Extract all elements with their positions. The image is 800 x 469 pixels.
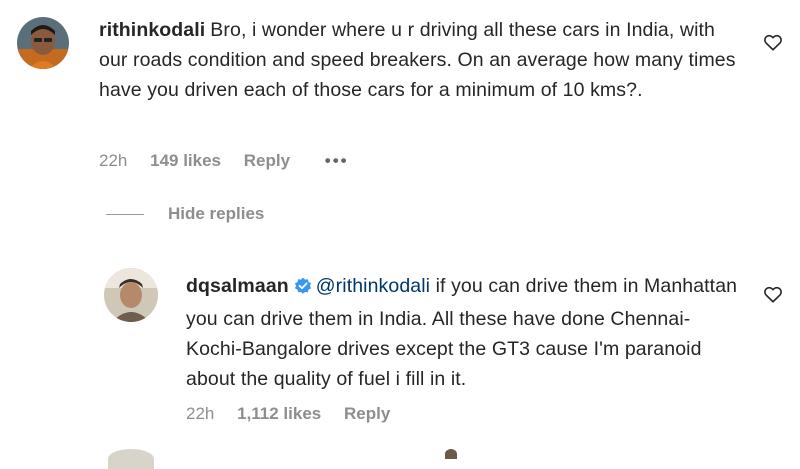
avatar-rithinkodali[interactable] — [17, 17, 69, 69]
next-avatar-partial-2 — [445, 449, 457, 459]
hide-replies-button[interactable]: Hide replies — [106, 204, 264, 224]
verified-badge-icon — [294, 274, 312, 304]
avatar-dqsalmaan[interactable] — [104, 268, 158, 322]
comment-item: rithinkodali Bro, i wonder where u r driv… — [0, 0, 800, 190]
more-options-icon[interactable]: ••• — [325, 151, 349, 170]
comment-reply-button[interactable]: Reply — [244, 151, 290, 170]
heart-outline-icon[interactable] — [763, 285, 785, 305]
heart-outline-icon[interactable] — [763, 33, 785, 53]
reply-meta: 22h 1,112 likes Reply — [186, 404, 408, 424]
comment-username[interactable]: rithinkodali — [99, 19, 205, 41]
reply-reply-button[interactable]: Reply — [344, 404, 390, 423]
reply-likes[interactable]: 1,112 likes — [237, 404, 321, 423]
next-avatar-partial — [108, 449, 154, 469]
reply-item: dqsalmaan @rithinkodali if you can drive … — [0, 255, 800, 435]
divider-line — [106, 213, 144, 215]
reply-text: dqsalmaan @rithinkodali if you can drive … — [186, 271, 746, 394]
comment-likes[interactable]: 149 likes — [150, 151, 221, 170]
reply-mention-link[interactable]: @rithinkodali — [316, 275, 430, 297]
comment-meta: 22h 149 likes Reply ••• — [99, 151, 367, 171]
comment-timestamp[interactable]: 22h — [99, 151, 127, 170]
reply-username[interactable]: dqsalmaan — [186, 275, 289, 297]
hide-replies-label: Hide replies — [168, 204, 265, 223]
reply-timestamp[interactable]: 22h — [186, 404, 214, 423]
comment-text: rithinkodali Bro, i wonder where u r driv… — [99, 15, 739, 105]
